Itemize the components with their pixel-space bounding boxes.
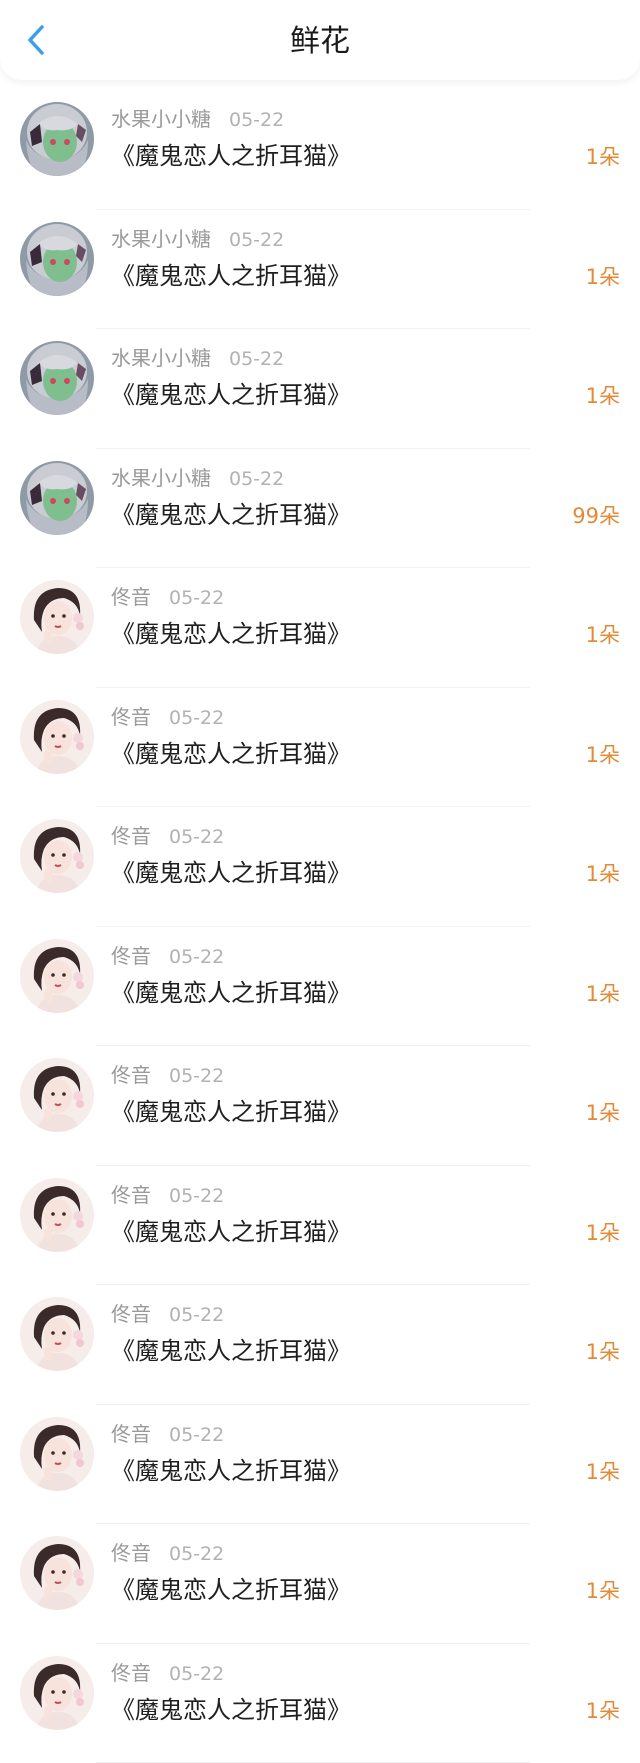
anime-girl-avatar[interactable] — [20, 221, 94, 296]
flower-record-row[interactable]: 水果小小糖 05-22 《魔鬼恋人之折耳猫》 99朵 — [0, 449, 640, 568]
woman-portrait-avatar[interactable] — [20, 819, 94, 893]
user-name[interactable]: 佟音 — [111, 1422, 151, 1446]
anime-girl-avatar[interactable] — [20, 341, 94, 415]
flower-record-row[interactable]: 水果小小糖 05-22 《魔鬼恋人之折耳猫》 1朵 — [0, 90, 640, 210]
flower-count: 1朵 — [585, 623, 620, 647]
flower-count: 1朵 — [585, 862, 620, 886]
post-date: 05-22 — [229, 228, 285, 251]
user-name[interactable]: 佟音 — [111, 1183, 151, 1207]
post-date: 05-22 — [169, 1543, 225, 1565]
flower-count: 1朵 — [585, 145, 620, 169]
page-title: 鲜花 — [290, 24, 350, 59]
user-name[interactable]: 佟音 — [111, 1541, 151, 1565]
book-title[interactable]: 《魔鬼恋人之折耳猫》 — [111, 1455, 351, 1487]
post-date: 05-22 — [169, 1065, 225, 1087]
book-title[interactable]: 《魔鬼恋人之折耳猫》 — [111, 1335, 351, 1367]
woman-portrait-avatar[interactable] — [20, 1297, 94, 1371]
user-name[interactable]: 佟音 — [111, 1661, 151, 1685]
flower-record-row[interactable]: 佟音 05-22 《魔鬼恋人之折耳猫》 1朵 — [0, 1644, 640, 1763]
woman-portrait-avatar[interactable] — [20, 699, 94, 774]
post-date: 05-22 — [169, 1184, 225, 1207]
flower-record-row[interactable]: 佟音 05-22 《魔鬼恋人之折耳猫》 1朵 — [0, 1285, 640, 1405]
book-title[interactable]: 《魔鬼恋人之折耳猫》 — [111, 1096, 351, 1128]
flower-count: 1朵 — [585, 1220, 620, 1245]
flower-count: 1朵 — [585, 1698, 620, 1723]
book-title[interactable]: 《魔鬼恋人之折耳猫》 — [111, 260, 351, 292]
user-name[interactable]: 水果小小糖 — [111, 107, 211, 131]
flower-record-row[interactable]: 佟音 05-22 《魔鬼恋人之折耳猫》 1朵 — [0, 1405, 640, 1524]
user-name[interactable]: 水果小小糖 — [111, 346, 211, 370]
flower-count: 1朵 — [585, 742, 620, 767]
anime-girl-avatar[interactable] — [20, 460, 94, 535]
user-name[interactable]: 佟音 — [111, 824, 151, 848]
flower-record-list: 水果小小糖 05-22 《魔鬼恋人之折耳猫》 1朵 水果小小糖 05-22 《魔鬼恋… — [0, 90, 640, 1763]
post-date: 05-22 — [229, 109, 285, 131]
book-title[interactable]: 《魔鬼恋人之折耳猫》 — [111, 140, 351, 172]
woman-portrait-avatar[interactable] — [20, 1177, 94, 1252]
post-date: 05-22 — [229, 348, 285, 370]
woman-portrait-avatar[interactable] — [20, 1416, 94, 1491]
book-title[interactable]: 《魔鬼恋人之折耳猫》 — [111, 738, 351, 770]
top-bar: 鲜花 — [0, 0, 640, 80]
flower-count: 99朵 — [572, 503, 620, 528]
book-title[interactable]: 《魔鬼恋人之折耳猫》 — [111, 499, 351, 531]
user-name[interactable]: 水果小小糖 — [111, 466, 211, 490]
flower-record-row[interactable]: 佟音 05-22 《魔鬼恋人之折耳猫》 1朵 — [0, 568, 640, 688]
post-date: 05-22 — [169, 587, 225, 609]
book-title[interactable]: 《魔鬼恋人之折耳猫》 — [111, 618, 351, 650]
woman-portrait-avatar[interactable] — [20, 938, 94, 1013]
user-name[interactable]: 佟音 — [111, 1063, 151, 1087]
flower-record-row[interactable]: 佟音 05-22 《魔鬼恋人之折耳猫》 1朵 — [0, 927, 640, 1046]
flower-record-row[interactable]: 佟音 05-22 《魔鬼恋人之折耳猫》 1朵 — [0, 807, 640, 927]
flower-record-row[interactable]: 佟音 05-22 《魔鬼恋人之折耳猫》 1朵 — [0, 688, 640, 807]
post-date: 05-22 — [169, 826, 225, 848]
book-title[interactable]: 《魔鬼恋人之折耳猫》 — [111, 977, 351, 1009]
post-date: 05-22 — [229, 467, 285, 490]
flower-count: 1朵 — [585, 1340, 620, 1364]
woman-portrait-avatar[interactable] — [20, 1058, 94, 1132]
book-title[interactable]: 《魔鬼恋人之折耳猫》 — [111, 1574, 351, 1606]
flower-record-row[interactable]: 水果小小糖 05-22 《魔鬼恋人之折耳猫》 1朵 — [0, 210, 640, 329]
user-name[interactable]: 水果小小糖 — [111, 227, 211, 251]
post-date: 05-22 — [169, 1662, 225, 1685]
flower-count: 1朵 — [585, 1101, 620, 1125]
post-date: 05-22 — [169, 945, 225, 968]
post-date: 05-22 — [169, 706, 225, 729]
flower-count: 1朵 — [585, 981, 620, 1006]
woman-portrait-avatar[interactable] — [20, 1655, 94, 1730]
user-name[interactable]: 佟音 — [111, 705, 151, 729]
book-title[interactable]: 《魔鬼恋人之折耳猫》 — [111, 857, 351, 889]
flower-record-row[interactable]: 水果小小糖 05-22 《魔鬼恋人之折耳猫》 1朵 — [0, 329, 640, 449]
post-date: 05-22 — [169, 1304, 225, 1326]
woman-portrait-avatar[interactable] — [20, 580, 94, 654]
user-name[interactable]: 佟音 — [111, 1302, 151, 1326]
user-name[interactable]: 佟音 — [111, 944, 151, 968]
book-title[interactable]: 《魔鬼恋人之折耳猫》 — [111, 379, 351, 411]
anime-girl-avatar[interactable] — [20, 102, 94, 176]
book-title[interactable]: 《魔鬼恋人之折耳猫》 — [111, 1216, 351, 1248]
post-date: 05-22 — [169, 1423, 225, 1446]
flower-record-row[interactable]: 佟音 05-22 《魔鬼恋人之折耳猫》 1朵 — [0, 1046, 640, 1166]
flower-record-row[interactable]: 佟音 05-22 《魔鬼恋人之折耳猫》 1朵 — [0, 1524, 640, 1644]
flower-record-row[interactable]: 佟音 05-22 《魔鬼恋人之折耳猫》 1朵 — [0, 1166, 640, 1285]
flower-count: 1朵 — [585, 1459, 620, 1484]
flower-count: 1朵 — [585, 1579, 620, 1603]
book-title[interactable]: 《魔鬼恋人之折耳猫》 — [111, 1694, 351, 1726]
flower-count: 1朵 — [585, 264, 620, 289]
woman-portrait-avatar[interactable] — [20, 1536, 94, 1610]
user-name[interactable]: 佟音 — [111, 585, 151, 609]
flower-count: 1朵 — [585, 384, 620, 408]
